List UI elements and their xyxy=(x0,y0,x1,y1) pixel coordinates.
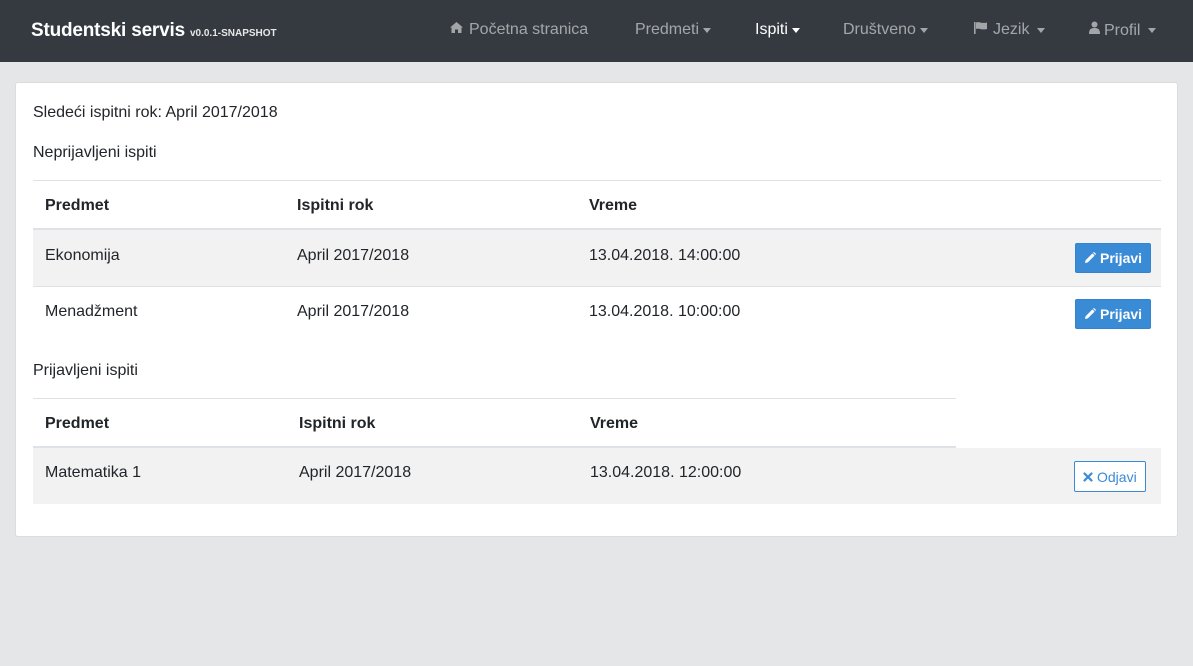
unregister-button[interactable]: Odjavi xyxy=(1074,461,1146,492)
top-navbar: Studentski servis v0.0.1-SNAPSHOT Početn… xyxy=(0,0,1193,62)
nav-jezik[interactable]: Jezik xyxy=(973,21,1046,39)
time-cell: 13.04.2018. 10:00:00 xyxy=(589,303,741,320)
exams-card: Sledeći ispitni rok: April 2017/2018 Nep… xyxy=(15,82,1178,537)
nav-ispiti[interactable]: Ispiti xyxy=(755,21,800,39)
caret-down-icon xyxy=(703,27,712,33)
pencil-icon xyxy=(1084,252,1096,264)
header-time: Vreme xyxy=(590,415,639,432)
term-cell: April 2017/2018 xyxy=(297,247,410,264)
unregistered-title: Neprijavljeni ispiti xyxy=(33,144,157,161)
user-icon xyxy=(1089,21,1100,40)
table-header-row: Predmet Ispitni rok Vreme xyxy=(33,180,1161,230)
caret-down-icon xyxy=(1148,28,1157,33)
nav-jezik-label: Jezik xyxy=(993,21,1030,38)
nav-drustveno[interactable]: Društveno xyxy=(843,21,928,39)
register-button[interactable]: Prijavi xyxy=(1075,243,1152,273)
nav-home-label: Početna stranica xyxy=(469,21,589,38)
header-subject: Predmet xyxy=(45,197,110,214)
table-row: Ekonomija April 2017/2018 13.04.2018. 14… xyxy=(33,230,1161,287)
version-label: v0.0.1-SNAPSHOT xyxy=(189,28,277,39)
brand-name: Studentski servis xyxy=(31,20,185,41)
nav-drustveno-label: Društveno xyxy=(843,21,916,38)
register-button-label: Prijavi xyxy=(1100,306,1143,322)
register-button-label: Prijavi xyxy=(1100,250,1143,266)
nav-predmeti-label: Predmeti xyxy=(635,21,700,38)
unregister-button-label: Odjavi xyxy=(1097,468,1137,485)
nav-home[interactable]: Početna stranica xyxy=(449,21,588,39)
caret-down-icon xyxy=(791,27,800,33)
header-time: Vreme xyxy=(589,197,638,214)
header-term: Ispitni rok xyxy=(297,197,374,214)
nav-ispiti-label: Ispiti xyxy=(755,21,788,38)
flag-icon xyxy=(973,21,988,39)
pencil-icon xyxy=(1084,308,1096,320)
table-header-row: Predmet Ispitni rok Vreme xyxy=(33,398,956,448)
caret-down-icon xyxy=(919,27,928,33)
registered-title: Prijavljeni ispiti xyxy=(33,362,138,379)
term-cell: April 2017/2018 xyxy=(297,303,410,320)
header-subject: Predmet xyxy=(45,415,110,432)
subject-cell: Menadžment xyxy=(45,303,138,320)
nav-profil[interactable]: Profil xyxy=(1089,21,1157,40)
time-cell: 13.04.2018. 12:00:00 xyxy=(590,464,742,481)
subject-cell: Ekonomija xyxy=(45,247,120,264)
term-cell: April 2017/2018 xyxy=(299,464,412,481)
table-row: Matematika 1 April 2017/2018 13.04.2018.… xyxy=(33,448,1161,504)
table-row: Menadžment April 2017/2018 13.04.2018. 1… xyxy=(33,287,1161,343)
brand[interactable]: Studentski servis v0.0.1-SNAPSHOT xyxy=(31,20,277,42)
register-button[interactable]: Prijavi xyxy=(1075,299,1152,329)
time-cell: 13.04.2018. 14:00:00 xyxy=(589,247,741,264)
close-icon xyxy=(1083,471,1093,482)
next-term-text: Sledeći ispitni rok: April 2017/2018 xyxy=(33,104,278,121)
subject-cell: Matematika 1 xyxy=(45,464,142,481)
header-term: Ispitni rok xyxy=(299,415,376,432)
caret-down-icon xyxy=(1037,27,1046,33)
nav-profil-label: Profil xyxy=(1104,21,1141,39)
nav-predmeti[interactable]: Predmeti xyxy=(635,21,712,39)
home-icon xyxy=(449,21,464,39)
